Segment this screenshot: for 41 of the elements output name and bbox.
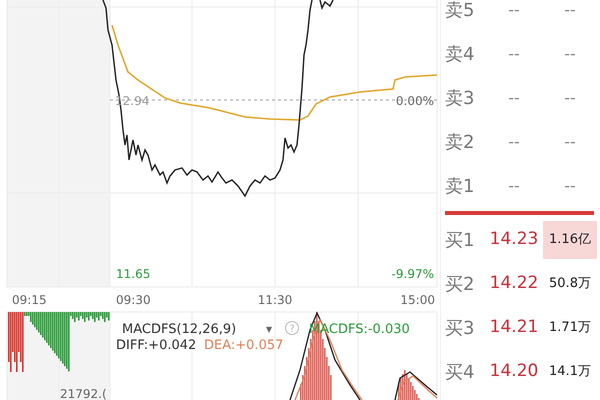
ask-price: -- bbox=[507, 175, 521, 197]
bid-volume: 50.8万 bbox=[548, 275, 592, 294]
time-label: 09:30 bbox=[116, 293, 151, 307]
reference-percent-label: 0.00% bbox=[396, 94, 434, 108]
ask-price: -- bbox=[507, 43, 521, 65]
ask-volume: -- bbox=[563, 0, 577, 21]
volume-label: 21792.( bbox=[60, 387, 107, 400]
ask-level-label: 卖2 bbox=[444, 130, 476, 154]
ask-level-label: 卖5 bbox=[444, 0, 476, 22]
ask-level-label: 卖1 bbox=[444, 174, 476, 198]
help-icon[interactable]: ? bbox=[285, 321, 299, 335]
bid-volume: 14.1万 bbox=[548, 363, 592, 382]
time-label: 11:30 bbox=[258, 293, 292, 307]
bid-level-label: 买2 bbox=[444, 272, 476, 296]
ask-volume: -- bbox=[563, 131, 577, 153]
diff-value: DIFF:+0.042 bbox=[116, 338, 196, 353]
time-label: 09:15 bbox=[12, 293, 47, 307]
bid-volume: 1.71万 bbox=[548, 319, 592, 338]
price-line bbox=[319, 0, 334, 10]
ask-volume: -- bbox=[563, 43, 577, 65]
time-label: 15:00 bbox=[400, 293, 435, 307]
low-percent-label: -9.97% bbox=[392, 267, 434, 281]
dea-value: DEA:+0.057 bbox=[204, 338, 284, 353]
ask-volume: -- bbox=[563, 87, 577, 109]
ask-price: -- bbox=[507, 0, 521, 21]
bid-price: 14.20 bbox=[488, 360, 540, 384]
low-price-label: 11.65 bbox=[116, 267, 150, 281]
indicator-name: MACDFS(12,26,9) bbox=[122, 322, 236, 337]
bid-volume: 1.16亿 bbox=[543, 221, 597, 259]
ask-volume: -- bbox=[563, 175, 577, 197]
ask-level-label: 卖3 bbox=[444, 86, 476, 110]
bid-level-label: 买4 bbox=[444, 360, 476, 384]
bid-price: 14.23 bbox=[488, 228, 540, 252]
bid-level-label: 买3 bbox=[444, 316, 476, 340]
dropdown-caret-icon: ▾ bbox=[266, 322, 272, 336]
bid-price: 14.22 bbox=[488, 272, 540, 296]
bid-level-label: 买1 bbox=[444, 228, 476, 252]
ask-price: -- bbox=[507, 131, 521, 153]
ask-price: -- bbox=[507, 87, 521, 109]
ask-level-label: 卖4 bbox=[444, 42, 476, 66]
bid-price: 14.21 bbox=[488, 316, 540, 340]
